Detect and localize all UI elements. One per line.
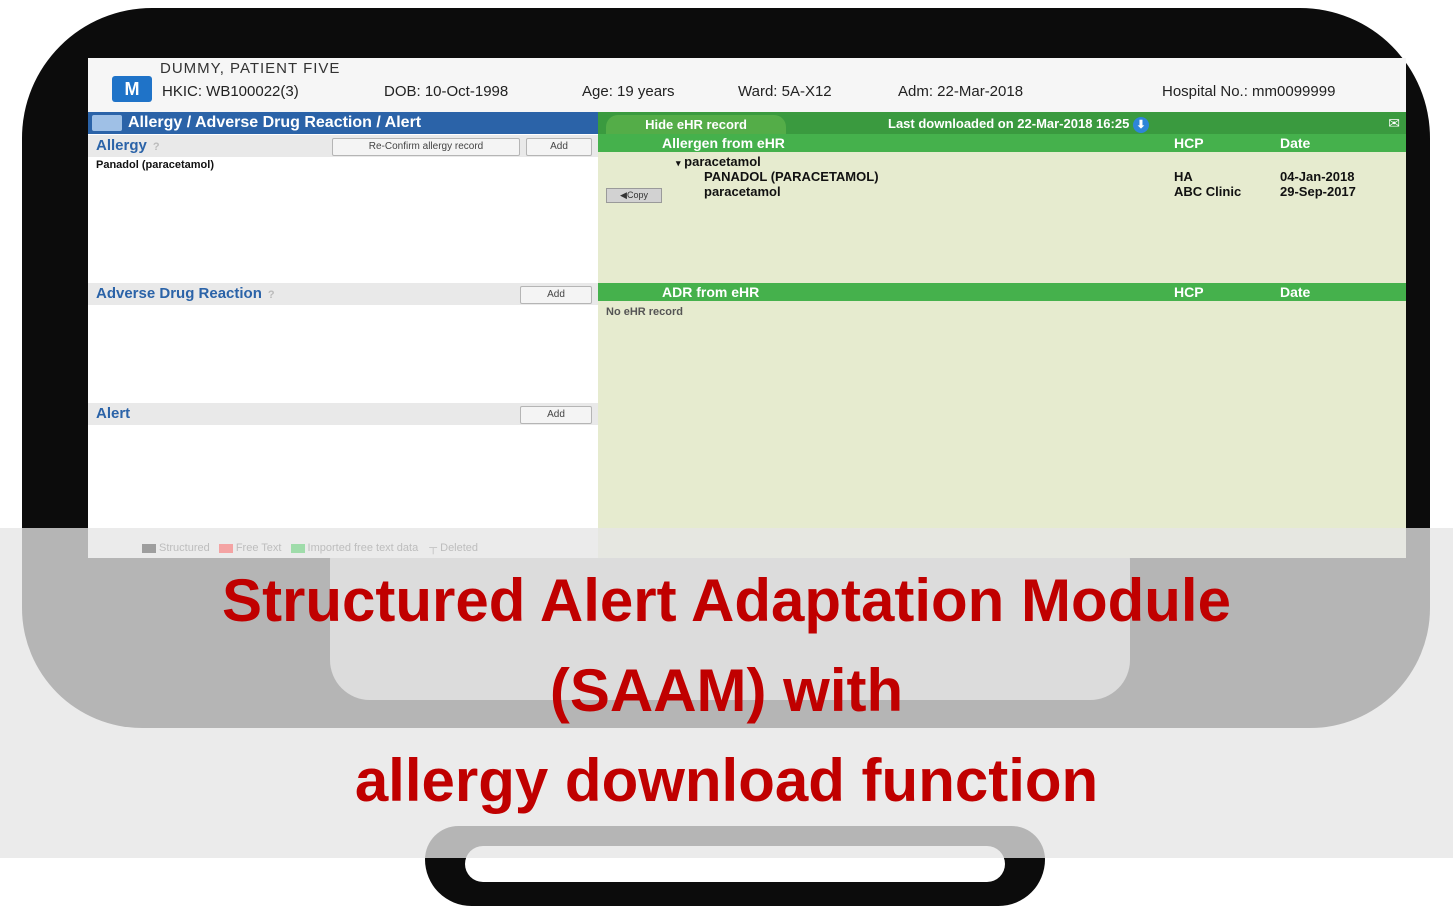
ehealth-icon [92, 115, 122, 131]
legend-swatch [290, 543, 305, 553]
ward: Ward: 5A-X12 [738, 83, 832, 100]
ehr-top-bar: Hide eHR record Last downloaded on 22-Ma… [598, 112, 1406, 134]
adr-section-bar: Adverse Drug Reaction? Add [88, 283, 598, 305]
allergen-row-date: 29-Sep-2017 [1280, 184, 1356, 199]
caption-line-3: allergy download function [354, 747, 1099, 814]
legend-swatch [218, 543, 233, 553]
patient-name: DUMMY, PATIENT FIVE [160, 60, 341, 77]
panel-title-bar: Allergy / Adverse Drug Reaction / Alert [88, 112, 598, 134]
help-icon[interactable]: ? [268, 289, 275, 301]
hkic: HKIC: WB100022(3) [162, 83, 299, 100]
hcp-column: HCP [1174, 284, 1204, 300]
adr-column-title: ADR from eHR [662, 284, 760, 300]
dob: DOB: 10-Oct-1998 [384, 83, 509, 100]
allergy-item[interactable]: Panadol (paracetamol) [96, 159, 214, 171]
last-downloaded: Last downloaded on 22-Mar-2018 16:25 ⬇ [888, 116, 1149, 133]
date-column: Date [1280, 135, 1311, 151]
age: Age: 19 years [582, 83, 675, 100]
add-allergy-button[interactable]: Add [526, 138, 592, 156]
hide-ehr-tab[interactable]: Hide eHR record [606, 115, 786, 134]
hospital-number: Hospital No.: mm0099999 [1162, 83, 1336, 100]
allergen-row-date: 04-Jan-2018 [1280, 169, 1355, 184]
adr-heading: Adverse Drug Reaction? [96, 285, 275, 302]
download-icon[interactable]: ⬇ [1132, 116, 1149, 133]
panel-title: Allergy / Adverse Drug Reaction / Alert [128, 114, 422, 131]
envelope-icon[interactable]: ✉ [1388, 115, 1400, 132]
no-ehr-record: No eHR record [606, 306, 684, 318]
allergen-row-hcp: HA [1174, 169, 1193, 184]
caption: Structured Alert Adaptation Module (SAAM… [0, 556, 1453, 826]
adr-header: ADR from eHR HCP Date [598, 283, 1406, 301]
screen: M DUMMY, PATIENT FIVE HKIC: WB100022(3) … [88, 58, 1406, 558]
allergen-row-name: paracetamol [704, 184, 781, 199]
allergen-header: Allergen from eHR HCP Date [598, 134, 1406, 152]
add-alert-button[interactable]: Add [520, 406, 592, 424]
copy-button[interactable]: ◀Copy [606, 188, 662, 203]
allergy-section-bar: Allergy? Re-Confirm allergy record Add [88, 135, 598, 157]
admission-date: Adm: 22-Mar-2018 [898, 83, 1024, 100]
allergy-panel: Allergy / Adverse Drug Reaction / Alert … [88, 112, 598, 558]
alert-heading: Alert [96, 405, 131, 422]
legend: Structured Free Text Imported free text … [136, 542, 478, 554]
add-adr-button[interactable]: Add [520, 286, 592, 304]
allergen-row-hcp: ABC Clinic [1174, 184, 1242, 199]
allergen-group[interactable]: ▾ paracetamol [676, 154, 761, 169]
date-column: Date [1280, 284, 1311, 300]
alert-section-bar: Alert Add [88, 403, 598, 425]
app-logo: M [112, 76, 152, 102]
allergen-row-name: PANADOL (PARACETAMOL) [704, 169, 879, 184]
caption-line-1: Structured Alert Adaptation Module [222, 567, 1231, 634]
allergy-heading: Allergy? [96, 137, 160, 154]
allergen-column-title: Allergen from eHR [662, 135, 785, 151]
reconfirm-allergy-button[interactable]: Re-Confirm allergy record [332, 138, 520, 156]
ehr-panel: Hide eHR record Last downloaded on 22-Ma… [598, 112, 1406, 558]
hcp-column: HCP [1174, 135, 1204, 151]
caption-line-2: (SAAM) with [549, 657, 904, 724]
help-icon[interactable]: ? [153, 141, 160, 153]
legend-swatch [142, 543, 156, 553]
patient-header: M DUMMY, PATIENT FIVE HKIC: WB100022(3) … [88, 58, 1406, 112]
